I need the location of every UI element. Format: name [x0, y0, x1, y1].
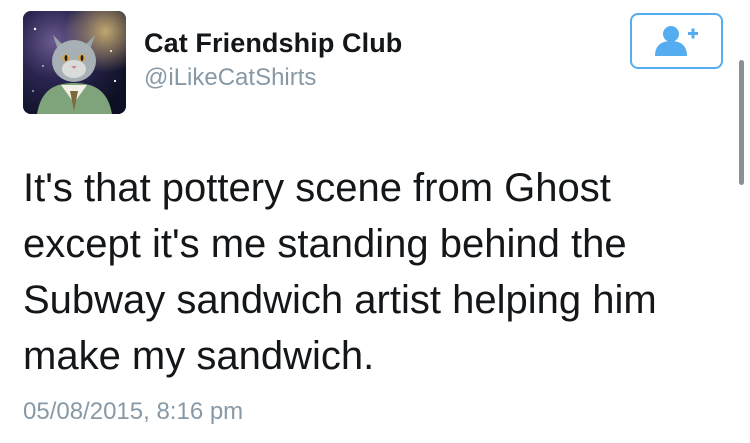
timestamp[interactable]: 05/08/2015, 8:16 pm [23, 398, 243, 426]
cat-avatar-image [23, 11, 126, 114]
scrollbar[interactable] [739, 60, 744, 185]
tweet-text: It's that pottery scene from Ghost excep… [23, 166, 657, 378]
avatar[interactable] [23, 11, 126, 114]
add-user-icon [654, 26, 698, 56]
user-handle[interactable]: @iLikeCatShirts [144, 64, 316, 92]
tweet-card: Cat Friendship Club @iLikeCatShirts It's… [0, 0, 750, 443]
follow-button[interactable] [630, 13, 723, 69]
display-name[interactable]: Cat Friendship Club [144, 28, 402, 59]
